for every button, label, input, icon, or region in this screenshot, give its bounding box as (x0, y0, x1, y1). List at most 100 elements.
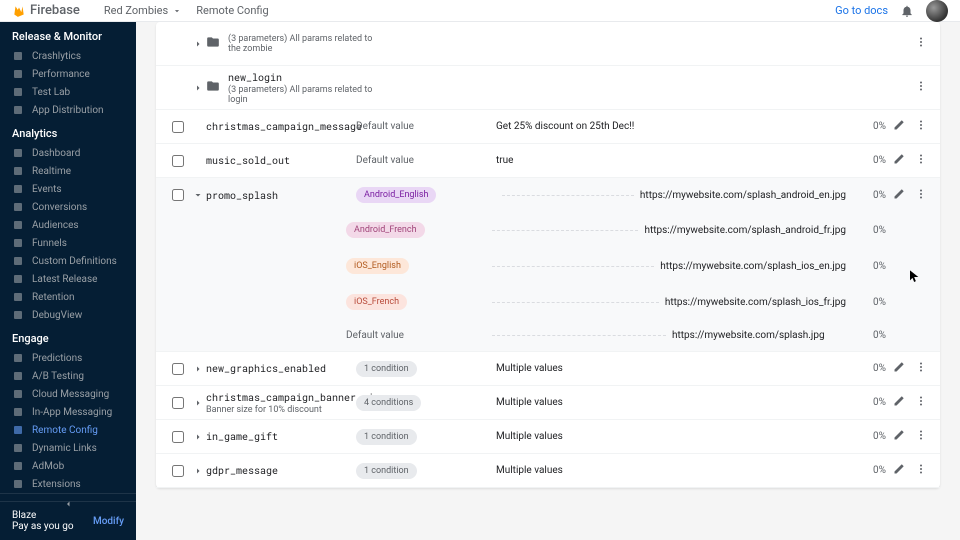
sidebar-item-label: A/B Testing (32, 371, 84, 382)
expand-toggle[interactable] (190, 431, 206, 443)
sidebar-item-funnels[interactable]: Funnels (0, 234, 136, 252)
row-menu[interactable] (912, 463, 930, 478)
param-pct: 0% (846, 363, 886, 374)
expand-toggle[interactable] (190, 38, 206, 50)
row-checkbox[interactable] (166, 189, 190, 201)
sidebar-item-cloud-messaging[interactable]: Cloud Messaging (0, 385, 136, 403)
sidebar-item-app-distribution[interactable]: App Distribution (0, 101, 136, 119)
edit-button[interactable] (886, 395, 912, 410)
row-checkbox[interactable] (166, 431, 190, 443)
project-selector[interactable]: Red Zombies (104, 4, 182, 17)
chevron-right-icon (192, 465, 204, 477)
param-pct: 0% (846, 431, 886, 442)
expand-toggle[interactable] (190, 397, 206, 409)
edit-button[interactable] (886, 153, 912, 168)
sidebar-section-title: Engage (0, 324, 136, 349)
sidebar-item-custom-definitions[interactable]: Custom Definitions (0, 252, 136, 270)
expand-toggle[interactable] (190, 82, 206, 94)
row-menu[interactable] (912, 361, 930, 376)
param-pct: 0% (846, 465, 886, 476)
more-vert-icon (915, 395, 927, 407)
row-menu[interactable] (912, 188, 930, 203)
condition-chip: 4 conditions (356, 395, 421, 411)
variant-row: Default valuehttps://mywebsite.com/splas… (156, 320, 940, 352)
sidebar-item-latest-release[interactable]: Latest Release (0, 270, 136, 288)
sidebar-item-events[interactable]: Events (0, 180, 136, 198)
edit-button[interactable] (886, 429, 912, 444)
param-pct: 0% (846, 397, 886, 408)
row-menu[interactable] (912, 153, 930, 168)
row-menu[interactable] (912, 119, 930, 134)
condition-chip: Android_French (346, 222, 425, 238)
sidebar-item-remote-config[interactable]: Remote Config (0, 421, 136, 439)
firebase-icon (12, 4, 26, 18)
variant-value: https://mywebsite.com/splash.jpg (672, 330, 846, 341)
row-checkbox[interactable] (166, 121, 190, 133)
sidebar-item-dashboard[interactable]: Dashboard (0, 144, 136, 162)
pred-icon (12, 352, 24, 364)
param-name: music_sold_out (206, 154, 356, 167)
sidebar-item-crashlytics[interactable]: Crashlytics (0, 47, 136, 65)
sidebar-item-admob[interactable]: AdMob (0, 457, 136, 475)
param-name: promo_splash (206, 189, 356, 202)
sidebar-item-label: Realtime (32, 166, 71, 177)
sidebar-item-label: Funnels (32, 238, 67, 249)
condition-text: Default value (356, 155, 414, 166)
edit-button[interactable] (886, 463, 912, 478)
sidebar-item-predictions[interactable]: Predictions (0, 349, 136, 367)
sidebar-item-test-lab[interactable]: Test Lab (0, 83, 136, 101)
remote-icon (12, 424, 24, 436)
sidebar-item-debugview[interactable]: DebugView (0, 306, 136, 324)
row-checkbox[interactable] (166, 363, 190, 375)
notifications-icon[interactable] (900, 4, 914, 18)
sidebar-item-a-b-testing[interactable]: A/B Testing (0, 367, 136, 385)
more-vert-icon (915, 36, 927, 48)
expand-toggle[interactable] (190, 465, 206, 477)
sidebar-item-dynamic-links[interactable]: Dynamic Links (0, 439, 136, 457)
more-vert-icon (915, 119, 927, 131)
avatar[interactable] (926, 0, 948, 22)
expand-toggle[interactable] (190, 363, 206, 375)
folder-icon (206, 35, 222, 52)
sidebar-item-in-app-messaging[interactable]: In-App Messaging (0, 403, 136, 421)
row-checkbox[interactable] (166, 465, 190, 477)
sidebar-item-conversions[interactable]: Conversions (0, 198, 136, 216)
row-menu[interactable] (912, 395, 930, 410)
variant-pct: 0% (846, 330, 886, 341)
param-value: true (496, 155, 846, 166)
pencil-icon (893, 361, 905, 373)
edit-button[interactable] (886, 361, 912, 376)
connector-line (492, 302, 659, 303)
sidebar-item-realtime[interactable]: Realtime (0, 162, 136, 180)
param-value: Multiple values (496, 363, 846, 374)
row-menu[interactable] (912, 36, 930, 51)
row-checkbox[interactable] (166, 155, 190, 167)
condition-chip: 1 condition (356, 463, 417, 479)
variant-pct: 0% (846, 261, 886, 272)
row-menu[interactable] (912, 429, 930, 444)
sidebar-item-extensions[interactable]: Extensions (0, 475, 136, 493)
variant-row: iOS_Frenchhttps://mywebsite.com/splash_i… (156, 284, 940, 320)
sidebar-item-audiences[interactable]: Audiences (0, 216, 136, 234)
clock-icon (12, 165, 24, 177)
sidebar-item-retention[interactable]: Retention (0, 288, 136, 306)
go-to-docs-link[interactable]: Go to docs (835, 4, 888, 17)
expand-toggle[interactable] (190, 189, 206, 201)
sidebar-item-performance[interactable]: Performance (0, 65, 136, 83)
more-vert-icon (915, 153, 927, 165)
condition-chip: Android_English (356, 187, 436, 203)
row-checkbox[interactable] (166, 397, 190, 409)
breadcrumb: Remote Config (196, 4, 268, 17)
row-menu[interactable] (912, 80, 930, 95)
sidebar-item-label: Performance (32, 69, 90, 80)
more-vert-icon (915, 188, 927, 200)
pencil-icon (893, 188, 905, 200)
modify-plan-link[interactable]: Modify (93, 516, 124, 527)
firebase-logo[interactable]: Firebase (12, 3, 80, 18)
chevron-right-icon (192, 363, 204, 375)
edit-button[interactable] (886, 119, 912, 134)
condition-chip: 1 condition (356, 361, 417, 377)
edit-button[interactable] (886, 188, 912, 203)
plan-footer: Blaze Pay as you go Modify (0, 501, 136, 540)
sidebar-item-label: Custom Definitions (32, 256, 117, 267)
